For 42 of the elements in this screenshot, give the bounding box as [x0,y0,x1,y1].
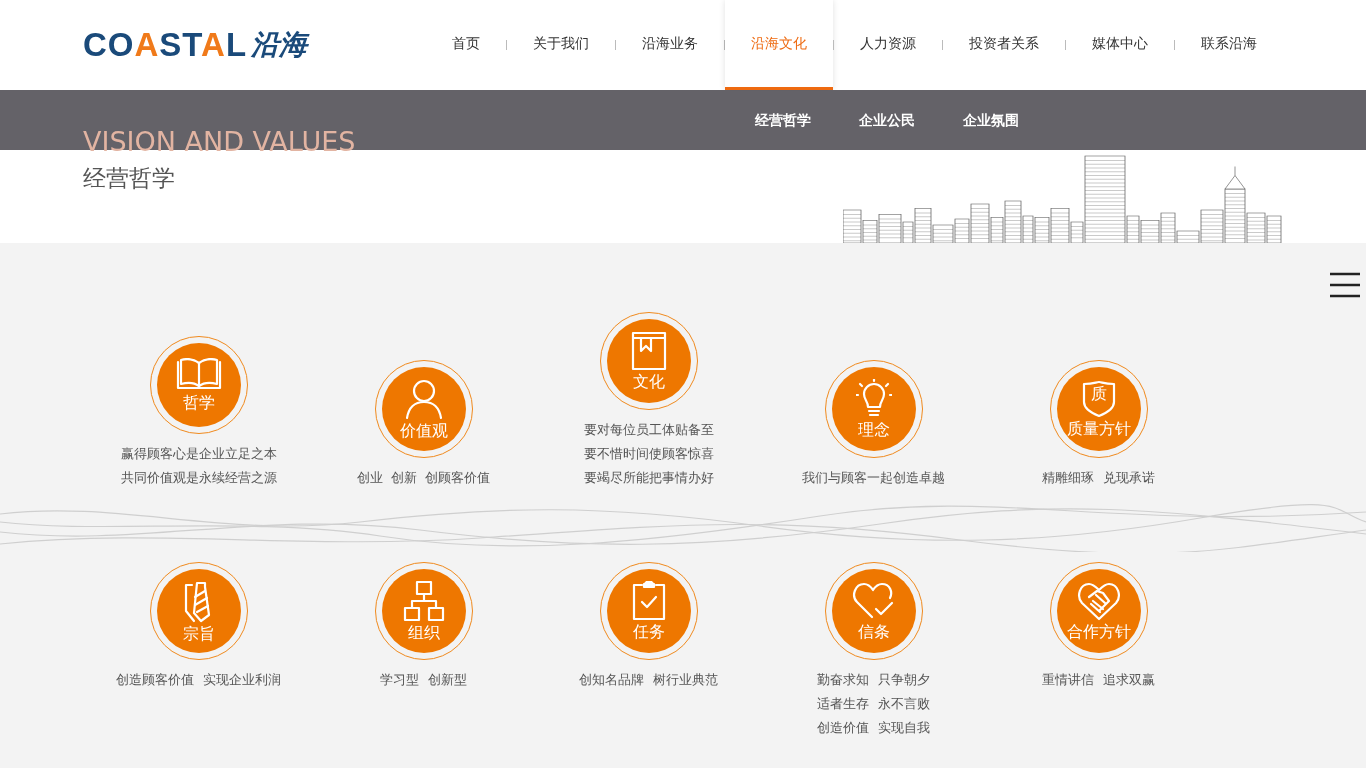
value-description: 创业 创新 创顾客价值 [356,469,491,487]
shield-icon [1081,380,1116,419]
menu-icon[interactable] [1330,271,1360,299]
org-chart-icon [402,580,445,623]
subnav-link[interactable]: 经营哲学 [731,90,835,150]
logo-text[interactable]: COASTAL [83,20,248,70]
value-description: 赢得顾客心是企业立足之本 共同价值观是永续经营之源 [120,445,277,487]
icon-character: 质 [1089,386,1108,403]
value-description: 精雕细琢 兑现承诺 [1042,469,1155,487]
subnav-link[interactable]: 企业氛围 [939,90,1043,150]
nav-link[interactable]: 投资者关系 [943,0,1065,90]
value-title: 哲学 [182,394,215,412]
nav-link[interactable]: 联系沿海 [1175,0,1283,90]
value-title: 合作方针 [1066,623,1131,641]
nav-link[interactable]: 关于我们 [507,0,615,90]
value-title: 任务 [632,623,665,641]
nav-link[interactable]: 媒体中心 [1066,0,1174,90]
nav-link[interactable]: 人力资源 [834,0,942,90]
value-description: 要对每位员工体贴备至 要不惜时间使顾客惊喜 要竭尽所能把事情办好 [583,421,714,487]
value-description: 勤奋求知 只争朝夕 适者生存 永不言败 创造价值 实现自我 [817,671,930,737]
value-description: 创造顾客价值 实现企业利润 [116,671,281,689]
section-title-english: VISION AND VALUES [83,125,356,155]
person-icon [403,378,444,421]
value-title: 信条 [857,623,890,641]
subnav-link[interactable]: 企业公民 [835,90,939,150]
value-description: 我们与顾客一起创造卓越 [802,469,945,487]
value-title: 组织 [407,624,440,642]
value-description: 学习型 创新型 [380,671,467,689]
section-title: 经营哲学 [83,164,176,193]
value-title: 文化 [632,373,665,391]
nav-link[interactable]: 首页 [426,0,506,90]
value-title: 理念 [857,421,890,439]
value-title: 价值观 [399,422,448,440]
bookmark-book-icon [630,331,667,372]
nav-link[interactable]: 沿海业务 [616,0,724,90]
clipboard-check-icon [631,581,666,622]
value-title: 质量方针 [1066,420,1131,438]
value-title: 宗旨 [182,625,215,643]
logo-script-text[interactable]: 沿海 [251,24,308,66]
value-description: 创知名品牌 树行业典范 [579,671,718,689]
handshake-heart-icon [1076,581,1121,622]
value-description: 重情讲信 追求双赢 [1042,671,1155,689]
